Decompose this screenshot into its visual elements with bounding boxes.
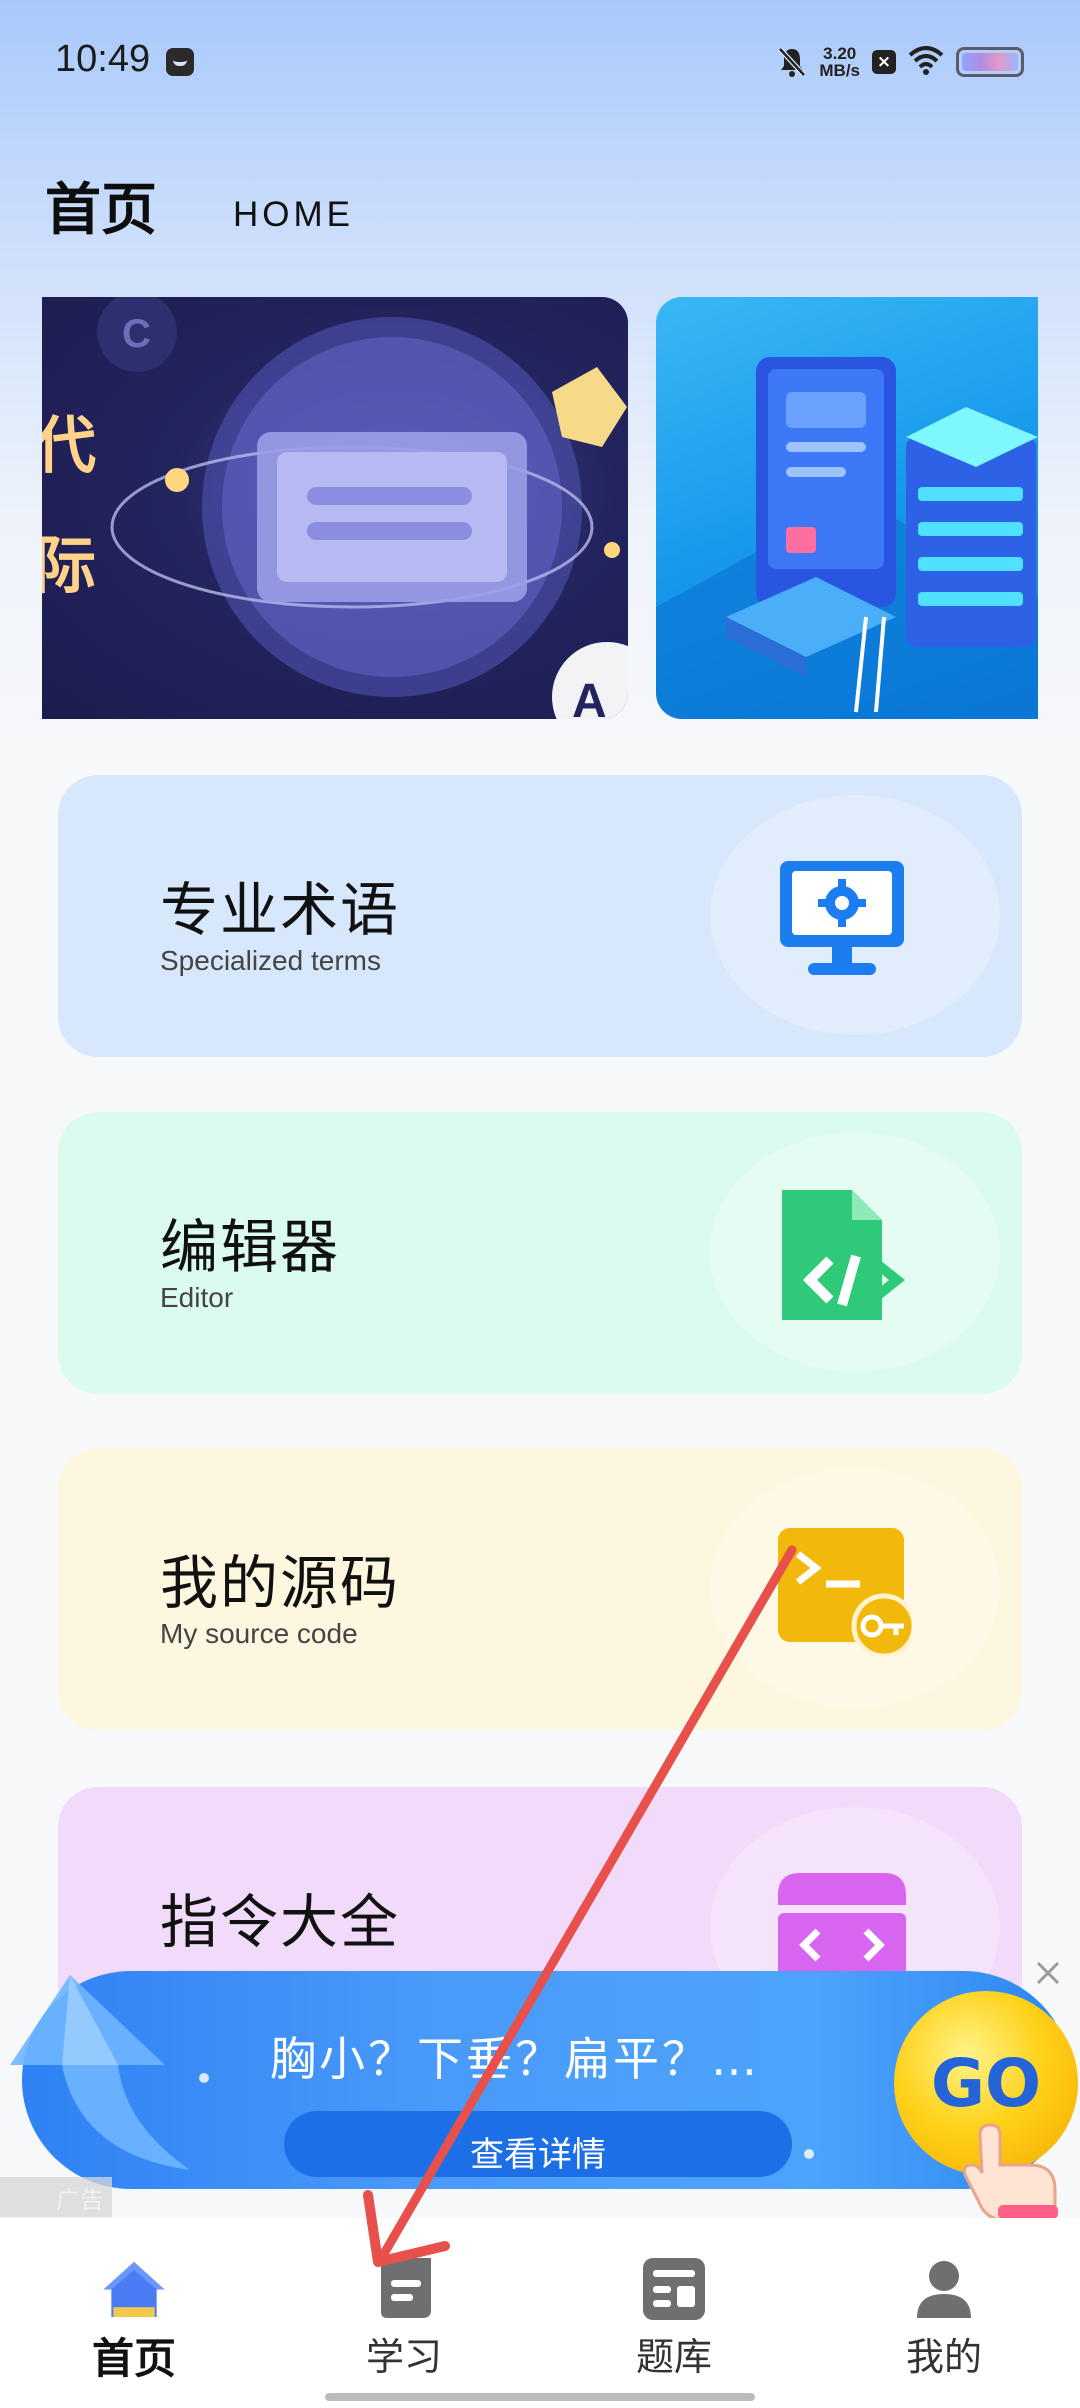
terminal-key-icon bbox=[778, 1528, 912, 1656]
message-notification-icon bbox=[166, 48, 194, 76]
ad-button-label: 查看详情 bbox=[470, 2135, 606, 2175]
card-editor[interactable]: 编辑器 Editor bbox=[58, 1112, 1022, 1394]
nav-item-profile[interactable]: 我的 bbox=[864, 2256, 1024, 2386]
banner-text-2: 际 bbox=[42, 529, 96, 602]
nav-item-home[interactable]: 首页 bbox=[54, 2256, 214, 2386]
code-file-icon bbox=[782, 1190, 906, 1320]
banner-slide-server[interactable] bbox=[656, 297, 1038, 719]
ad-label-tag: 广告 bbox=[0, 2177, 112, 2217]
ad-sparkle-icon bbox=[804, 2149, 814, 2159]
net-speed-unit: MB/s bbox=[819, 61, 860, 80]
bottom-nav: 首页 学习 题库 我的 bbox=[0, 2218, 1080, 2408]
battery-icon bbox=[956, 47, 1024, 77]
question-bank-icon bbox=[643, 2258, 705, 2320]
ad-close-icon[interactable] bbox=[1030, 1955, 1066, 1991]
page-title: 首页 bbox=[45, 178, 157, 243]
banner-corner-letter: C bbox=[122, 312, 151, 356]
card-title: 我的源码 bbox=[160, 1549, 401, 1617]
page-subtitle: HOME bbox=[233, 195, 354, 234]
card-subtitle: My source code bbox=[160, 1618, 358, 1649]
nav-label: 题库 bbox=[635, 2335, 712, 2379]
ad-headline: 胸小？下垂？扁平？… bbox=[270, 2032, 760, 2086]
card-title: 指令大全 bbox=[160, 1888, 401, 1956]
home-icon bbox=[103, 2261, 165, 2318]
card-title: 专业术语 bbox=[160, 876, 401, 944]
banner-illustration-ai: C 代 际 A bbox=[42, 297, 628, 719]
card-my-source-code[interactable]: 我的源码 My source code bbox=[58, 1448, 1022, 1730]
status-bar: 10:49 3.20 MB/s × bbox=[0, 0, 1080, 130]
monitor-gear-icon bbox=[780, 861, 904, 975]
bell-muted-icon bbox=[777, 46, 807, 78]
profile-icon bbox=[917, 2261, 971, 2318]
network-speed: 3.20 MB/s bbox=[819, 45, 860, 79]
nav-label: 我的 bbox=[905, 2335, 982, 2379]
home-indicator[interactable] bbox=[325, 2393, 755, 2401]
nav-label: 首页 bbox=[91, 2334, 176, 2383]
ad-arrow-graphic bbox=[10, 1975, 190, 2170]
nav-label: 学习 bbox=[365, 2335, 442, 2379]
ad-view-details-button[interactable]: 查看详情 bbox=[284, 2111, 792, 2177]
banner-badge-letter: A bbox=[572, 675, 607, 719]
banner-illustration-server bbox=[656, 357, 1038, 719]
wifi-icon bbox=[908, 45, 944, 79]
net-speed-value: 3.20 bbox=[823, 44, 857, 63]
card-title: 编辑器 bbox=[160, 1213, 341, 1281]
banner-slide-ai-course[interactable]: C 代 际 A bbox=[42, 297, 628, 719]
status-time: 10:49 bbox=[55, 38, 151, 80]
study-icon bbox=[381, 2258, 431, 2318]
card-subtitle: Editor bbox=[160, 1282, 234, 1313]
banner-text-1: 代 bbox=[42, 409, 96, 482]
status-icons: 3.20 MB/s × bbox=[777, 42, 1024, 82]
x-app-icon: × bbox=[872, 50, 896, 74]
ad-banner-container: 胸小？下垂？扁平？… 查看详情 GO 广告 bbox=[0, 1955, 1080, 2245]
nav-item-question-bank[interactable]: 题库 bbox=[594, 2256, 754, 2386]
card-specialized-terms[interactable]: 专业术语 Specialized terms bbox=[58, 775, 1022, 1057]
card-subtitle: Specialized terms bbox=[160, 945, 381, 976]
pointing-hand-icon bbox=[962, 2123, 1058, 2222]
nav-item-study[interactable]: 学习 bbox=[324, 2256, 484, 2386]
